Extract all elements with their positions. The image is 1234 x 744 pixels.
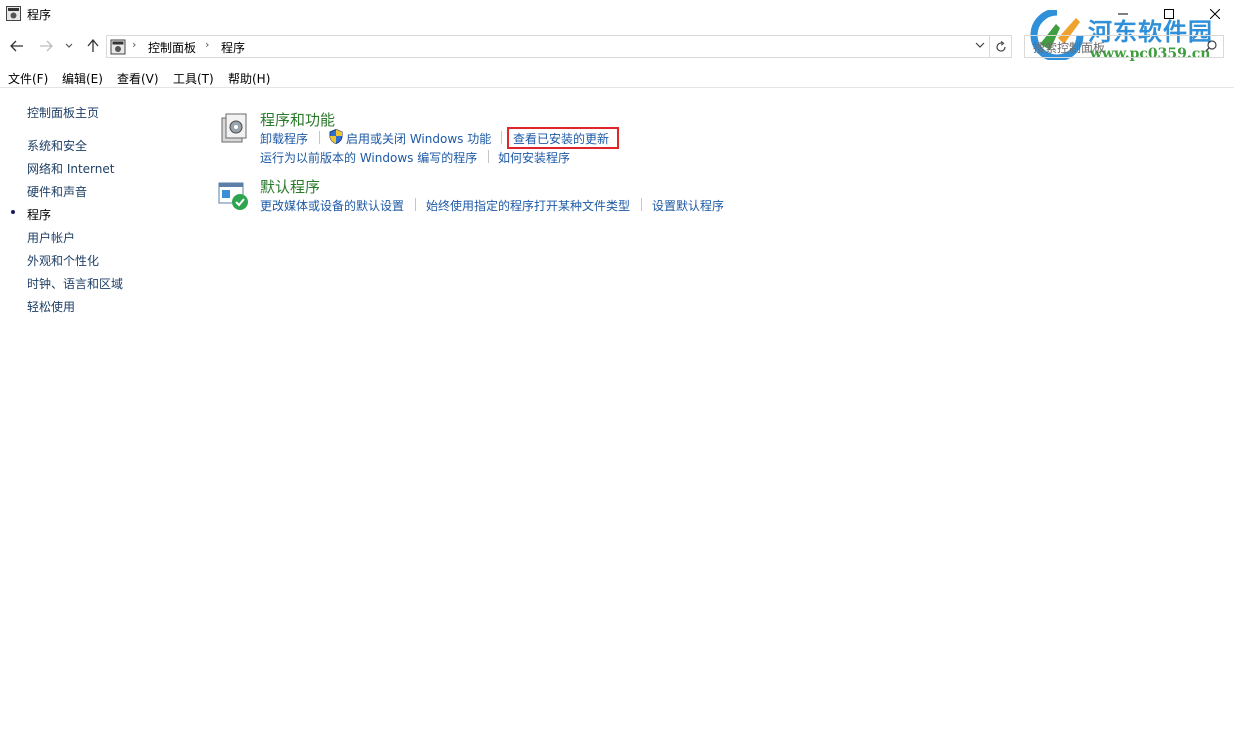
file-type-association-link[interactable]: 始终使用指定的程序打开某种文件类型	[426, 197, 630, 214]
control-panel-icon	[110, 39, 126, 55]
sidebar-item-network[interactable]: 网络和 Internet	[27, 160, 114, 177]
breadcrumb-separator[interactable]: ›	[132, 38, 136, 51]
link-separator	[501, 131, 502, 144]
menu-bar: 文件(F) 编辑(E) 查看(V) 工具(T) 帮助(H)	[0, 68, 1234, 88]
category-default-programs[interactable]: 默认程序	[260, 176, 320, 197]
shield-icon	[329, 129, 343, 144]
arrow-up-icon	[87, 39, 99, 52]
refresh-button[interactable]	[990, 35, 1012, 58]
link-separator	[415, 198, 416, 211]
sidebar-item-ease-of-access[interactable]: 轻松使用	[27, 298, 75, 315]
arrow-right-icon	[40, 40, 53, 52]
breadcrumb-programs[interactable]: 程序	[221, 39, 245, 56]
sidebar-item-hardware-sound[interactable]: 硬件和声音	[27, 183, 87, 200]
sidebar-item-programs[interactable]: 程序	[27, 206, 51, 223]
menu-edit[interactable]: 编辑(E)	[62, 70, 103, 87]
link-separator	[641, 198, 642, 211]
uninstall-program-link[interactable]: 卸载程序	[260, 130, 308, 147]
sidebar-item-user-accounts[interactable]: 用户帐户	[27, 229, 75, 246]
current-item-bullet	[11, 210, 15, 214]
address-bar[interactable]: › 控制面板 › 程序	[106, 35, 990, 58]
highlight-box	[507, 127, 619, 149]
sidebar-item-system-security[interactable]: 系统和安全	[27, 137, 87, 154]
up-button[interactable]	[83, 34, 103, 58]
address-dropdown-button[interactable]	[975, 38, 985, 55]
search-placeholder: 搜索控制面板	[1033, 41, 1106, 55]
windows-features-link[interactable]: 启用或关闭 Windows 功能	[346, 130, 491, 147]
refresh-icon	[995, 40, 1006, 52]
set-default-programs-link[interactable]: 设置默认程序	[652, 197, 724, 214]
chevron-down-icon	[975, 42, 985, 48]
forward-button[interactable]	[36, 34, 56, 58]
menu-view[interactable]: 查看(V)	[117, 70, 159, 87]
link-separator	[319, 131, 320, 144]
breadcrumb-control-panel[interactable]: 控制面板	[148, 39, 196, 56]
change-media-defaults-link[interactable]: 更改媒体或设备的默认设置	[260, 197, 404, 214]
link-separator	[488, 150, 489, 163]
back-button[interactable]	[7, 34, 27, 58]
sidebar-item-clock-region[interactable]: 时钟、语言和区域	[27, 275, 123, 292]
navigation-bar: › 控制面板 › 程序 搜索控制面板	[0, 34, 1234, 58]
programs-features-icon[interactable]	[218, 112, 250, 144]
window-title: 程序	[27, 8, 52, 22]
sidebar-item-appearance[interactable]: 外观和个性化	[27, 252, 99, 269]
menu-file[interactable]: 文件(F)	[8, 70, 48, 87]
search-box[interactable]: 搜索控制面板	[1024, 35, 1224, 58]
default-programs-icon[interactable]	[218, 180, 250, 212]
recent-locations-button[interactable]	[61, 34, 77, 58]
control-panel-icon	[6, 6, 21, 21]
search-icon	[1205, 40, 1217, 52]
menu-help[interactable]: 帮助(H)	[228, 70, 270, 87]
how-to-install-link[interactable]: 如何安装程序	[498, 149, 570, 166]
menu-tools[interactable]: 工具(T)	[173, 70, 214, 87]
sidebar-home-link[interactable]: 控制面板主页	[27, 104, 99, 121]
arrow-left-icon	[10, 40, 23, 52]
chevron-down-icon	[65, 43, 73, 48]
program-compatibility-link[interactable]: 运行为以前版本的 Windows 编写的程序	[260, 149, 477, 166]
category-programs-features[interactable]: 程序和功能	[260, 109, 335, 130]
breadcrumb-separator[interactable]: ›	[205, 38, 209, 51]
